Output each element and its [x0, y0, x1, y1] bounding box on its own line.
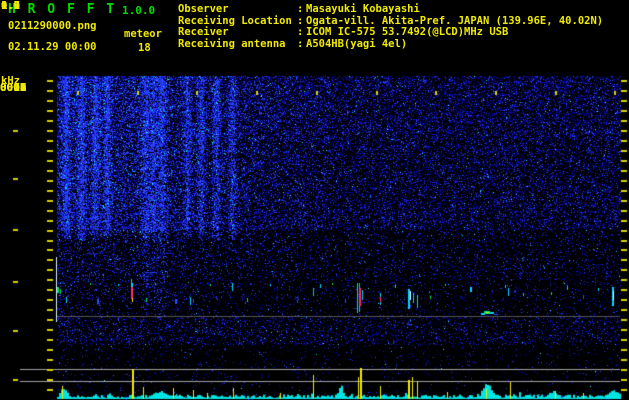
app-title: H R O F F T — [8, 2, 117, 17]
info-label: Receiving antenna — [178, 37, 286, 50]
spectrogram-canvas — [0, 0, 629, 400]
info-label: Observer — [178, 3, 229, 15]
output-filename: 0211290000.png — [8, 20, 97, 32]
app-version: 1.0.0 — [122, 4, 156, 17]
observation-mode: meteor — [124, 28, 162, 40]
info-value: A504HB(yagi 4el) — [306, 37, 408, 50]
info-value: Ogata-vill. Akita-Pref. JAPAN (139.96E, … — [306, 14, 604, 27]
info-label: Receiver — [178, 26, 229, 38]
freq-label: 0.6 — [1, 0, 20, 12]
info-row-receiving-antenna: Receiving antenna: A504HB(yagi 4el) — [178, 37, 603, 51]
station-info-block: Observer: Masayuki Kobayashi Receiving Lo… — [178, 3, 604, 51]
info-colon: : — [297, 3, 304, 15]
echo-count: 18 — [138, 42, 151, 54]
hrofft-output-screen: H R O F F T 1.0.0 0211290000.png meteor … — [0, 0, 629, 400]
observation-datetime: 02.11.29 00:00 — [8, 41, 97, 53]
info-value: ICOM IC-575 53.7492(@LCD)MHz USB — [306, 26, 509, 38]
info-value: Masayuki Kobayashi — [306, 3, 420, 15]
info-colon: : — [297, 37, 304, 50]
time-label: 0010 — [0, 81, 27, 94]
info-colon: : — [297, 26, 304, 38]
